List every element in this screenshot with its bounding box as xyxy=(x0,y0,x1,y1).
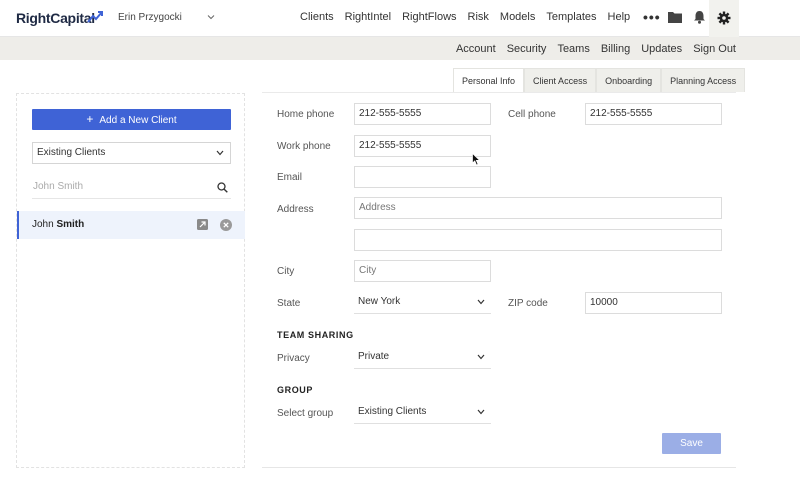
state-select[interactable]: New York xyxy=(354,292,491,314)
chevron-down-icon[interactable] xyxy=(207,13,215,21)
work-phone-field[interactable]: 212-555-5555 xyxy=(354,135,491,157)
user-name[interactable]: Erin Przygocki xyxy=(118,12,182,23)
team-sharing-heading: TEAM SHARING xyxy=(277,330,354,340)
profile-tabs: Personal Info Client Access Onboarding P… xyxy=(453,68,746,92)
remove-client-icon[interactable] xyxy=(220,219,232,231)
nav-clients[interactable]: Clients xyxy=(300,11,334,23)
settings-subnav: Account Security Teams Billing Updates S… xyxy=(0,37,800,60)
privacy-value: Private xyxy=(358,351,390,362)
top-navbar: RightCapital Erin Przygocki Clients Righ… xyxy=(0,0,800,37)
zip-field[interactable]: 10000 xyxy=(585,292,722,314)
subnav-updates[interactable]: Updates xyxy=(641,43,682,55)
city-label: City xyxy=(277,266,295,277)
nav-rightflows[interactable]: RightFlows xyxy=(402,11,456,23)
add-new-client-label: Add a New Client xyxy=(99,115,177,126)
address-line1-field[interactable]: Address xyxy=(354,197,722,219)
chevron-down-icon xyxy=(477,354,485,360)
client-filter-select[interactable]: Existing Clients xyxy=(32,142,231,164)
subnav-account[interactable]: Account xyxy=(456,43,496,55)
logo-arrow-icon xyxy=(87,11,103,23)
city-field[interactable]: City xyxy=(354,260,491,282)
nav-help[interactable]: Help xyxy=(608,11,631,23)
home-phone-field[interactable]: 212-555-5555 xyxy=(354,103,491,125)
tab-planning-access[interactable]: Planning Access xyxy=(661,68,746,92)
client-last-name: Smith xyxy=(56,219,85,230)
chevron-down-icon xyxy=(216,150,224,156)
main-nav: Clients RightIntel RightFlows Risk Model… xyxy=(300,11,641,23)
email-field[interactable] xyxy=(354,166,491,188)
client-search-input[interactable]: John Smith xyxy=(32,177,231,199)
plus-icon: + xyxy=(86,112,94,126)
subnav-security[interactable]: Security xyxy=(507,43,547,55)
client-name: John Smith xyxy=(32,219,84,230)
subnav-teams[interactable]: Teams xyxy=(557,43,589,55)
select-group-label: Select group xyxy=(277,408,334,419)
nav-models[interactable]: Models xyxy=(500,11,535,23)
client-list-panel: + Add a New Client Existing Clients John … xyxy=(16,93,245,468)
work-phone-label: Work phone xyxy=(277,141,331,152)
tab-personal-info[interactable]: Personal Info xyxy=(453,68,525,92)
nav-risk[interactable]: Risk xyxy=(468,11,489,23)
zip-label: ZIP code xyxy=(508,298,548,309)
address-label: Address xyxy=(277,204,314,215)
add-new-client-button[interactable]: + Add a New Client xyxy=(32,109,231,130)
cell-phone-label: Cell phone xyxy=(508,109,556,120)
state-value: New York xyxy=(358,296,401,307)
chevron-down-icon xyxy=(477,409,485,415)
group-heading: GROUP xyxy=(277,385,314,395)
open-external-icon[interactable] xyxy=(197,219,208,230)
email-label: Email xyxy=(277,172,303,183)
settings-button[interactable] xyxy=(709,0,739,37)
chevron-down-icon xyxy=(477,299,485,305)
folder-icon[interactable] xyxy=(668,11,682,23)
personal-info-form: Home phone 212-555-5555 Cell phone 212-5… xyxy=(262,92,736,468)
client-search-value: John Smith xyxy=(33,181,84,192)
client-list-item[interactable]: John Smith xyxy=(17,211,245,239)
state-label: State xyxy=(277,298,301,309)
save-button[interactable]: Save xyxy=(662,433,721,454)
tab-onboarding[interactable]: Onboarding xyxy=(596,68,662,92)
search-icon[interactable] xyxy=(217,182,228,193)
address-line2-field[interactable] xyxy=(354,229,722,251)
gear-icon xyxy=(717,11,731,25)
more-menu-icon[interactable]: ••• xyxy=(643,9,661,25)
bell-icon[interactable] xyxy=(693,10,706,24)
client-filter-value: Existing Clients xyxy=(37,147,106,158)
cell-phone-field[interactable]: 212-555-5555 xyxy=(585,103,722,125)
tab-client-access[interactable]: Client Access xyxy=(524,68,597,92)
logo[interactable]: RightCapital xyxy=(16,10,95,26)
home-phone-label: Home phone xyxy=(277,109,335,120)
client-first-name: John xyxy=(32,219,54,230)
privacy-label: Privacy xyxy=(277,353,310,364)
mouse-cursor-icon xyxy=(472,153,480,166)
subnav-billing[interactable]: Billing xyxy=(601,43,630,55)
privacy-select[interactable]: Private xyxy=(354,347,491,369)
group-select[interactable]: Existing Clients xyxy=(354,402,491,424)
nav-rightintel[interactable]: RightIntel xyxy=(345,11,391,23)
group-value: Existing Clients xyxy=(358,406,427,417)
nav-templates[interactable]: Templates xyxy=(546,11,596,23)
subnav-sign-out[interactable]: Sign Out xyxy=(693,43,736,55)
